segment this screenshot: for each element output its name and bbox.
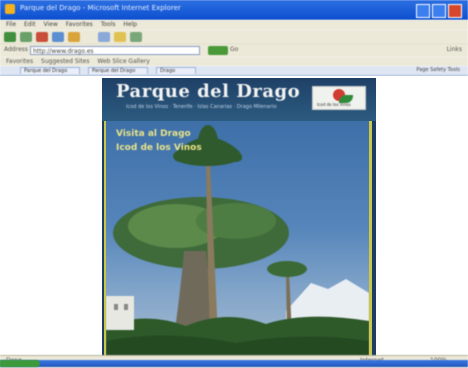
tab-bar: Parque del Drago Parque del Drago Drago … xyxy=(0,66,468,76)
back-icon[interactable] xyxy=(4,32,16,42)
address-bar: Address http://www.drago.es Go Links xyxy=(0,44,468,57)
tab-3[interactable]: Drago xyxy=(156,67,196,74)
forward-icon[interactable] xyxy=(20,32,32,42)
favorites-item[interactable]: Favorites xyxy=(6,58,33,65)
menu-file[interactable]: File xyxy=(6,21,16,28)
menu-tools[interactable]: Tools xyxy=(101,21,116,28)
poster-title: Parque del Drago xyxy=(116,81,301,102)
window-title: Parque del Drago - Microsoft Internet Ex… xyxy=(20,4,181,12)
maximize-button[interactable] xyxy=(432,4,446,18)
history-icon[interactable] xyxy=(130,32,142,42)
menu-bar: File Edit View Favorites Tools Help xyxy=(0,20,468,30)
close-button[interactable] xyxy=(448,4,462,18)
links-label[interactable]: Links xyxy=(447,46,462,53)
menu-help[interactable]: Help xyxy=(123,21,137,28)
address-label: Address xyxy=(4,46,28,53)
refresh-icon[interactable] xyxy=(52,32,64,42)
minimize-button[interactable] xyxy=(416,4,430,18)
dragon-tree-photo: Visita al Drago Icod de los Vinos xyxy=(106,121,369,356)
home-icon[interactable] xyxy=(68,32,80,42)
logo-text: Icod de los Vinos xyxy=(317,102,351,107)
poster-caption-line-1: Visita al Drago xyxy=(116,129,191,139)
go-button[interactable] xyxy=(208,46,228,55)
menu-view[interactable]: View xyxy=(44,21,58,28)
menu-edit[interactable]: Edit xyxy=(24,21,36,28)
command-bar[interactable]: Page Safety Tools xyxy=(416,67,460,73)
go-label[interactable]: Go xyxy=(230,46,238,53)
window-controls xyxy=(414,3,464,18)
favorites-item[interactable]: Web Slice Gallery xyxy=(97,58,149,65)
address-input[interactable]: http://www.drago.es xyxy=(30,46,200,55)
start-button[interactable] xyxy=(0,360,40,367)
white-building xyxy=(106,296,134,330)
window-title-bar[interactable]: Parque del Drago - Microsoft Internet Ex… xyxy=(0,0,468,20)
poster-subtitle: Icod de los Vinos · Tenerife · Islas Can… xyxy=(126,104,277,110)
menu-favorites[interactable]: Favorites xyxy=(66,21,93,28)
favorites-item[interactable]: Suggested Sites xyxy=(41,58,89,65)
dragon-tree-illustration xyxy=(106,125,369,356)
search-icon[interactable] xyxy=(98,32,110,42)
tab-1[interactable]: Parque del Drago xyxy=(20,67,80,74)
poster-caption-line-2: Icod de los Vinos xyxy=(116,143,202,153)
navigation-toolbar xyxy=(0,30,468,45)
stop-icon[interactable] xyxy=(36,32,48,42)
windows-taskbar xyxy=(0,360,468,367)
park-logo[interactable]: Icod de los Vinos xyxy=(312,86,366,110)
small-palm-fronds xyxy=(267,261,307,277)
favorites-icon[interactable] xyxy=(114,32,126,42)
favorites-bar: Favorites Suggested Sites Web Slice Gall… xyxy=(0,57,468,66)
browser-app-icon xyxy=(5,4,15,14)
tab-2[interactable]: Parque del Drago xyxy=(88,67,148,74)
